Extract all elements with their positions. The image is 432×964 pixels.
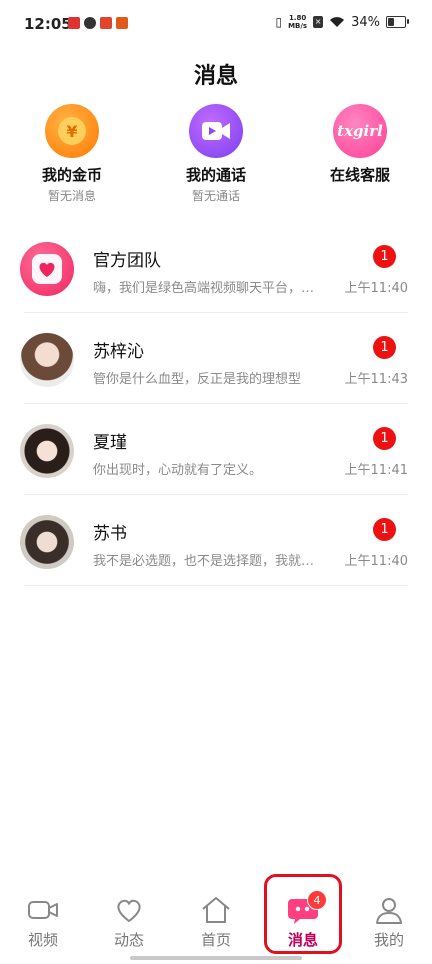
tab-messages[interactable]: 4 消息 bbox=[271, 890, 335, 950]
coin-glyph: ¥ bbox=[58, 117, 86, 145]
message-item-xiajin[interactable]: 夏瑾 1 你出现时，心动就有了定义。 上午11:41 bbox=[0, 404, 432, 495]
message-preview: 管你是什么血型，反正是我的理想型 bbox=[93, 372, 302, 387]
divider bbox=[24, 585, 408, 586]
tab-unread-badge: 4 bbox=[307, 890, 327, 910]
shortcut-label: 我的通话 bbox=[185, 166, 246, 184]
battery-fill bbox=[388, 18, 395, 26]
customer-service-icon: txgirl bbox=[333, 104, 387, 158]
status-right: ▯ 1.80 MB/s × 34% bbox=[275, 14, 409, 30]
message-time: 上午11:40 bbox=[344, 554, 408, 569]
status-notification-icons bbox=[68, 17, 128, 29]
home-indicator[interactable] bbox=[130, 956, 302, 960]
speed-value: 1.80 bbox=[288, 14, 307, 22]
message-time: 上午11:41 bbox=[344, 463, 408, 478]
page-title: 消息 bbox=[193, 64, 238, 89]
vibrate-icon: ▯ bbox=[275, 15, 283, 29]
shortcut-label: 在线客服 bbox=[329, 166, 390, 184]
message-time: 上午11:40 bbox=[344, 281, 408, 296]
message-list: 官方团队 1 嗨，我们是绿色高端视频聊天平台，… 上午11:40 苏梓沁 1 管… bbox=[0, 222, 432, 586]
tab-label: 首页 bbox=[200, 931, 231, 949]
wifi-icon bbox=[330, 17, 345, 27]
bottom-tab-bar: 视频 动态 首页 4 消息 我的 bbox=[0, 874, 432, 964]
unread-badge: 1 bbox=[373, 336, 396, 359]
tab-video[interactable]: 视频 bbox=[11, 894, 75, 950]
home-icon bbox=[202, 897, 230, 923]
tab-label: 视频 bbox=[27, 931, 58, 949]
notification-app-icon bbox=[116, 17, 128, 29]
tab-label: 消息 bbox=[287, 931, 318, 949]
video-call-icon bbox=[189, 104, 243, 158]
message-item-suziqin[interactable]: 苏梓沁 1 管你是什么血型，反正是我的理想型 上午11:43 bbox=[0, 313, 432, 404]
message-name: 苏书 bbox=[93, 524, 127, 544]
tab-label: 动态 bbox=[113, 931, 144, 949]
network-speed: 1.80 MB/s bbox=[288, 14, 307, 30]
status-time: 12:05 bbox=[24, 15, 72, 33]
battery-icon bbox=[386, 16, 409, 28]
unread-badge: 1 bbox=[373, 427, 396, 450]
message-preview: 我不是必选题，也不是选择题，我就… bbox=[93, 554, 315, 569]
notification-app-icon bbox=[84, 17, 96, 29]
shortcut-my-calls[interactable]: 我的通话 暂无通话 bbox=[156, 104, 276, 204]
coin-icon: ¥ bbox=[45, 104, 99, 158]
sim-off-icon: × bbox=[313, 16, 324, 28]
shortcut-online-service[interactable]: txgirl 在线客服 bbox=[300, 104, 420, 185]
tab-home[interactable]: 首页 bbox=[184, 894, 248, 950]
message-time: 上午11:43 bbox=[344, 372, 408, 387]
avatar bbox=[20, 242, 74, 296]
tab-label: 我的 bbox=[373, 931, 404, 949]
video-camera-icon bbox=[28, 901, 58, 919]
avatar bbox=[20, 333, 74, 387]
tab-profile[interactable]: 我的 bbox=[357, 894, 421, 950]
heart-icon bbox=[32, 254, 62, 284]
battery-percent: 34% bbox=[351, 14, 380, 30]
message-name: 夏瑾 bbox=[93, 433, 127, 453]
message-name: 苏梓沁 bbox=[93, 342, 144, 362]
speed-unit: MB/s bbox=[288, 22, 308, 30]
tab-feed[interactable]: 动态 bbox=[97, 894, 161, 950]
notification-app-icon bbox=[68, 17, 80, 29]
person-icon bbox=[376, 898, 402, 924]
shortcut-sub: 暂无通话 bbox=[191, 189, 240, 203]
status-bar: 12:05 ▯ 1.80 MB/s × 34% bbox=[0, 0, 432, 50]
message-preview: 你出现时，心动就有了定义。 bbox=[93, 463, 263, 478]
notification-app-icon bbox=[100, 17, 112, 29]
avatar bbox=[20, 515, 74, 569]
unread-badge: 1 bbox=[373, 518, 396, 541]
service-logo-text: txgirl bbox=[337, 122, 383, 140]
message-item-sushu[interactable]: 苏书 1 我不是必选题，也不是选择题，我就… 上午11:40 bbox=[0, 495, 432, 586]
heart-icon bbox=[117, 899, 141, 923]
shortcut-my-coins[interactable]: ¥ 我的金币 暂无消息 bbox=[12, 104, 132, 204]
message-preview: 嗨，我们是绿色高端视频聊天平台，… bbox=[93, 281, 315, 296]
unread-badge: 1 bbox=[373, 245, 396, 268]
message-name: 官方团队 bbox=[93, 251, 161, 271]
shortcut-label: 我的金币 bbox=[41, 166, 102, 184]
shortcut-sub: 暂无消息 bbox=[47, 189, 96, 203]
avatar bbox=[20, 424, 74, 478]
message-item-official-team[interactable]: 官方团队 1 嗨，我们是绿色高端视频聊天平台，… 上午11:40 bbox=[0, 222, 432, 313]
